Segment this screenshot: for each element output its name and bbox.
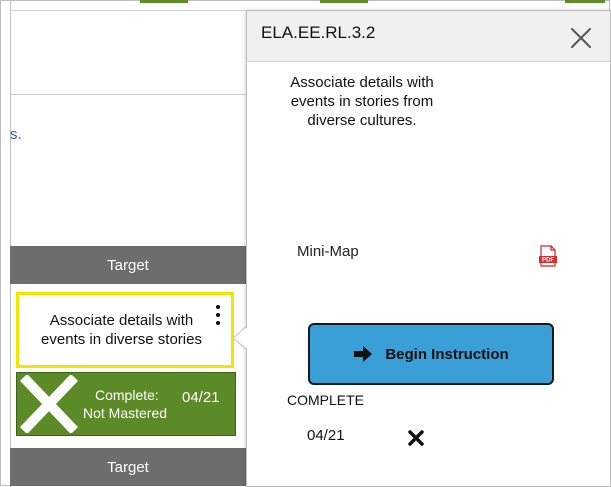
target-header: Target	[10, 246, 246, 284]
complete-label: COMPLETE	[287, 392, 365, 408]
kebab-menu-icon[interactable]	[215, 305, 221, 325]
standard-description: Associate details with events in stories…	[290, 74, 434, 129]
popup-header: ELA.EE.RL.3.2	[247, 11, 610, 62]
target-card-text: Associate details with events in diverse…	[41, 312, 202, 348]
status-card[interactable]: Complete: 04/21 Not Mastered	[16, 372, 236, 436]
close-icon[interactable]	[569, 26, 593, 50]
svg-text:PDF: PDF	[542, 258, 554, 264]
begin-instruction-button[interactable]: Begin Instruction	[308, 323, 554, 385]
target-header: Target	[10, 448, 246, 486]
arrow-right-icon	[354, 346, 373, 362]
popup-pointer-inner	[234, 327, 247, 349]
x-icon	[19, 375, 79, 433]
complete-date: 04/21	[307, 427, 345, 444]
pdf-icon[interactable]: PDF	[539, 245, 557, 267]
row-divider	[10, 94, 246, 95]
begin-instruction-label: Begin Instruction	[385, 345, 509, 363]
top-strip	[10, 0, 610, 10]
top-tab-indicator	[140, 0, 188, 3]
row-divider	[10, 10, 246, 11]
target-card[interactable]: Associate details with events in diverse…	[16, 292, 234, 368]
status-mastery: Not Mastered	[83, 405, 168, 421]
top-tab-indicator	[320, 0, 368, 3]
x-icon	[408, 430, 424, 446]
left-divider	[10, 0, 11, 487]
popup-title: ELA.EE.RL.3.2	[261, 23, 376, 42]
top-tab-indicator	[565, 0, 605, 3]
status-label: Complete:	[95, 387, 159, 403]
mini-map-link[interactable]: Mini-Map	[297, 243, 359, 260]
text-fragment: s.	[10, 126, 22, 143]
status-date: 04/21	[182, 389, 220, 406]
standard-popup: ELA.EE.RL.3.2 Associate details with eve…	[246, 10, 611, 487]
